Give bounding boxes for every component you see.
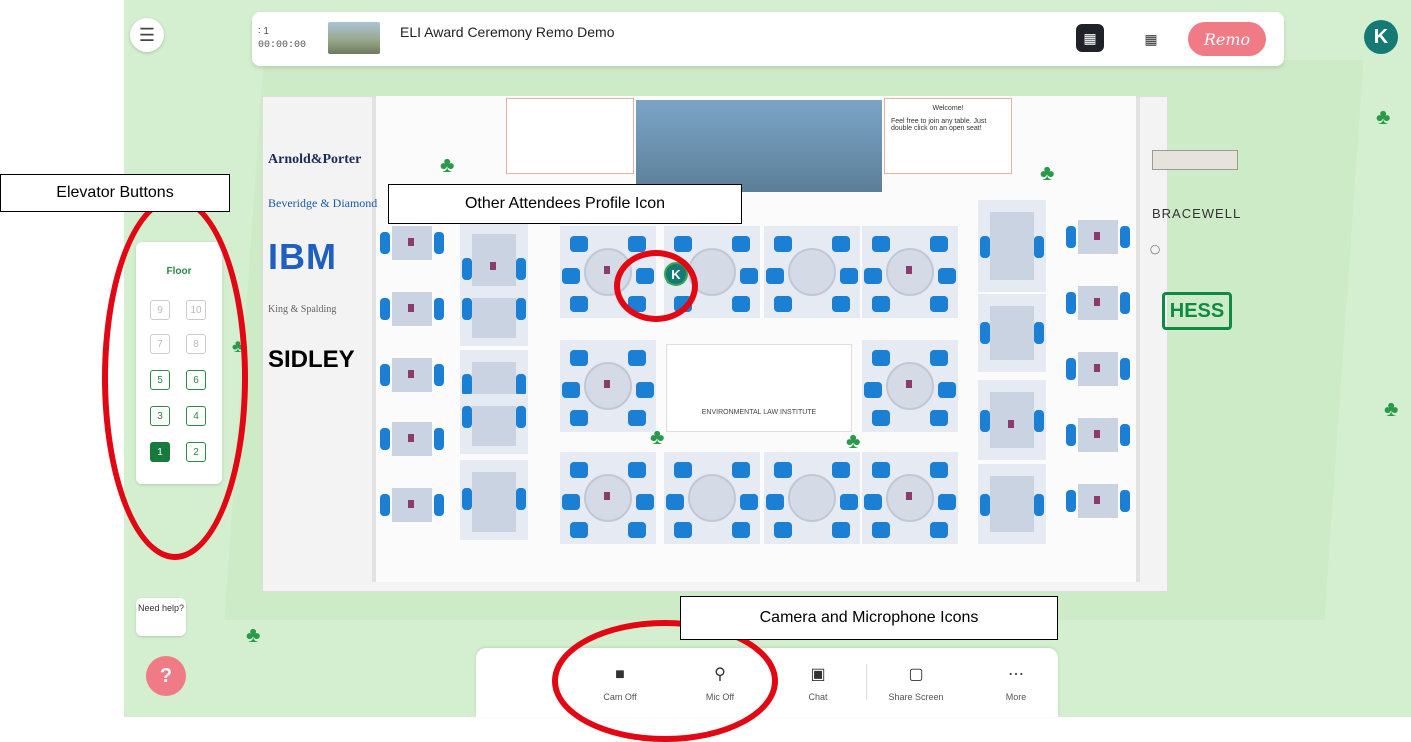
more-button[interactable]: ⋯ More [986,664,1046,702]
sponsor-sidley[interactable]: SIDLEY [268,346,355,374]
table-small[interactable] [378,286,446,342]
table-round[interactable] [764,226,860,318]
shamrock-icon: ♣ [1040,160,1055,185]
more-label: More [1005,692,1027,702]
event-thumbnail [328,22,380,54]
shamrock-icon: ♣ [1384,396,1399,421]
table-round[interactable] [862,226,958,318]
shamrock-icon: ♣ [246,622,261,647]
table-small[interactable] [1064,412,1132,468]
shamrock-icon: ♣ [1376,104,1391,129]
eli-center-logo: ENVIRONMENTAL LAW INSTITUTE [666,344,852,432]
calendar-icon[interactable]: ▦ [1140,28,1162,50]
attendee-count: ∶ 1 [258,26,269,37]
table-small[interactable] [378,416,446,472]
table-small[interactable] [1064,478,1132,534]
welcome-board: Welcome! Feel free to join any table. Ju… [884,98,1012,174]
sponsor-arnold-porter[interactable]: Arnold&Porter [268,152,361,168]
table-tall[interactable] [460,394,528,454]
shamrock-icon: ♣ [846,428,861,453]
stage-icon[interactable]: ▦ [1076,24,1104,52]
table-tall[interactable] [978,294,1046,372]
table-small[interactable] [378,220,446,276]
welcome-title: Welcome! [932,105,964,112]
user-avatar[interactable]: K [1364,20,1398,54]
table-round[interactable] [560,340,656,432]
table-round[interactable] [862,452,958,544]
annotation-oval-profile [614,250,698,322]
table-tall[interactable] [460,286,528,346]
chat-icon: ▣ [810,666,826,683]
annotation-profile-icon: Other Attendees Profile Icon [388,184,742,224]
share-screen-label: Share Screen [888,692,944,702]
share-screen-button[interactable]: ▢ Share Screen [876,664,956,702]
table-small[interactable] [378,482,446,538]
hamburger-menu-icon[interactable]: ☰ [130,18,164,52]
stage-area[interactable] [636,100,882,192]
table-small[interactable] [1064,346,1132,402]
table-tall[interactable] [978,464,1046,544]
event-title: ELI Award Ceremony Remo Demo [400,24,615,40]
table-small[interactable] [378,352,446,408]
annotation-elevator-buttons: Elevator Buttons [0,174,230,212]
table-round[interactable] [560,452,656,544]
share-screen-icon: ▢ [908,666,924,683]
shamrock-icon: ♣ [440,152,455,177]
need-help-tooltip: Need help? [136,598,186,636]
event-timer: 00:00:00 [258,40,307,51]
help-icon[interactable]: ? [146,656,186,696]
sponsor-logo-top-right[interactable] [1152,150,1238,170]
table-round[interactable] [862,340,958,432]
more-icon: ⋯ [1008,666,1024,683]
annotation-cam-mic: Camera and Microphone Icons [680,596,1058,640]
table-round[interactable] [764,452,860,544]
sponsor-logo-cis[interactable]: ◯ [1150,244,1160,255]
table-tall[interactable] [978,200,1046,292]
table-small[interactable] [1064,214,1132,270]
table-small[interactable] [1064,280,1132,336]
sponsor-ibm[interactable]: IBM [268,236,337,278]
chat-label: Chat [808,692,828,702]
remo-logo[interactable]: Remo [1188,22,1266,56]
table-tall[interactable] [978,380,1046,460]
table-round[interactable] [664,452,760,544]
chat-button[interactable]: ▣ Chat [788,664,848,702]
sponsor-bracewell[interactable]: BRACEWELL [1152,206,1241,221]
annotation-oval-elevator [102,196,248,560]
toolbar-divider [866,664,867,700]
shamrock-icon: ♣ [650,424,665,449]
sponsor-hess[interactable]: HESS [1162,292,1232,330]
sponsor-king-spalding[interactable]: King & Spalding [268,304,336,315]
sponsor-beveridge-diamond[interactable]: Beveridge & Diamond [268,196,377,210]
table-tall[interactable] [460,460,528,540]
welcome-text: Feel free to join any table. Just double… [891,118,987,132]
whiteboard-left [506,98,634,174]
